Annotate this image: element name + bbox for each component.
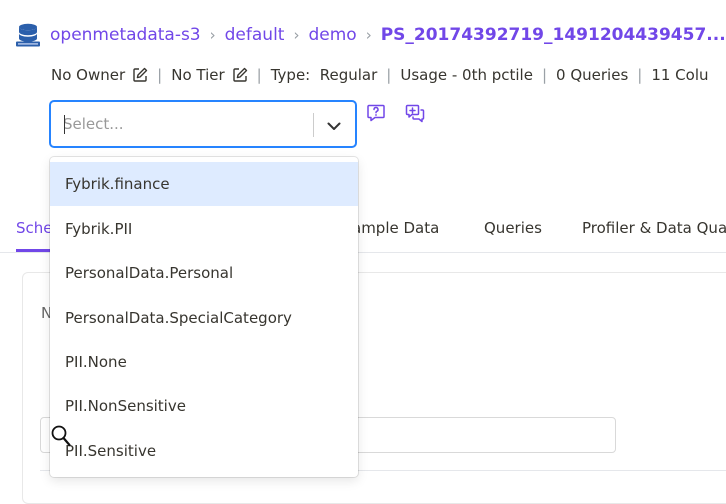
owner-label: No Owner <box>51 66 126 84</box>
active-tab-indicator <box>16 249 50 252</box>
chevron-right-icon: › <box>365 26 372 44</box>
tag-option-pii-nonsensitive[interactable]: PII.NonSensitive <box>50 384 358 428</box>
queries-count: 0 Queries <box>556 66 629 84</box>
tier-label: No Tier <box>171 66 225 84</box>
chevron-down-icon[interactable] <box>325 117 343 135</box>
tab-sample-data[interactable]: ample Data <box>352 219 439 237</box>
tag-option-pii-sensitive[interactable]: PII.Sensitive <box>50 429 358 473</box>
magnifier-cursor-icon <box>51 425 71 447</box>
add-conversation-icon[interactable] <box>405 103 425 123</box>
tag-option-fybrik-pii[interactable]: Fybrik.PII <box>50 207 358 251</box>
divider: | <box>386 66 392 84</box>
database-icon <box>16 23 40 47</box>
tag-option-fybrik-finance[interactable]: Fybrik.finance <box>50 162 358 206</box>
usage-label: Usage - 0th pctile <box>400 66 533 84</box>
columns-count: 11 Colu <box>651 66 709 84</box>
chevron-right-icon: › <box>293 26 300 44</box>
request-tags-icon[interactable] <box>366 103 386 123</box>
tab-queries[interactable]: Queries <box>484 219 542 237</box>
type-label: Type: Regular <box>270 66 378 84</box>
breadcrumb-item-database[interactable]: default <box>225 25 285 45</box>
divider: | <box>637 66 643 84</box>
tag-option-personaldata-personal[interactable]: PersonalData.Personal <box>50 251 358 295</box>
tag-select-placeholder: Select... <box>63 115 124 133</box>
text-caret <box>64 115 65 134</box>
breadcrumb: openmetadata-s3 › default › demo › PS_20… <box>16 22 726 48</box>
tag-select-menu: Fybrik.finance Fybrik.PII PersonalData.P… <box>50 157 358 477</box>
entity-info-bar: No Owner | No Tier | Type: Regular | Usa… <box>51 64 709 86</box>
select-indicator-separator <box>313 113 314 137</box>
edit-tier-icon[interactable] <box>232 67 248 83</box>
tag-select[interactable]: Select... <box>50 101 356 147</box>
divider: | <box>256 66 262 84</box>
tag-option-pii-none[interactable]: PII.None <box>50 340 358 384</box>
tag-option-personaldata-specialcategory[interactable]: PersonalData.SpecialCategory <box>50 296 358 340</box>
breadcrumb-item-service[interactable]: openmetadata-s3 <box>50 25 201 45</box>
tab-schema[interactable]: Sche <box>16 219 53 237</box>
breadcrumb-item-schema[interactable]: demo <box>308 25 356 45</box>
breadcrumb-current-table: PS_20174392719_1491204439457... <box>380 25 726 45</box>
edit-owner-icon[interactable] <box>132 67 148 83</box>
divider: | <box>541 66 548 84</box>
tab-profiler[interactable]: Profiler & Data Qua <box>582 219 726 237</box>
chevron-right-icon: › <box>209 26 216 44</box>
divider: | <box>157 66 163 84</box>
